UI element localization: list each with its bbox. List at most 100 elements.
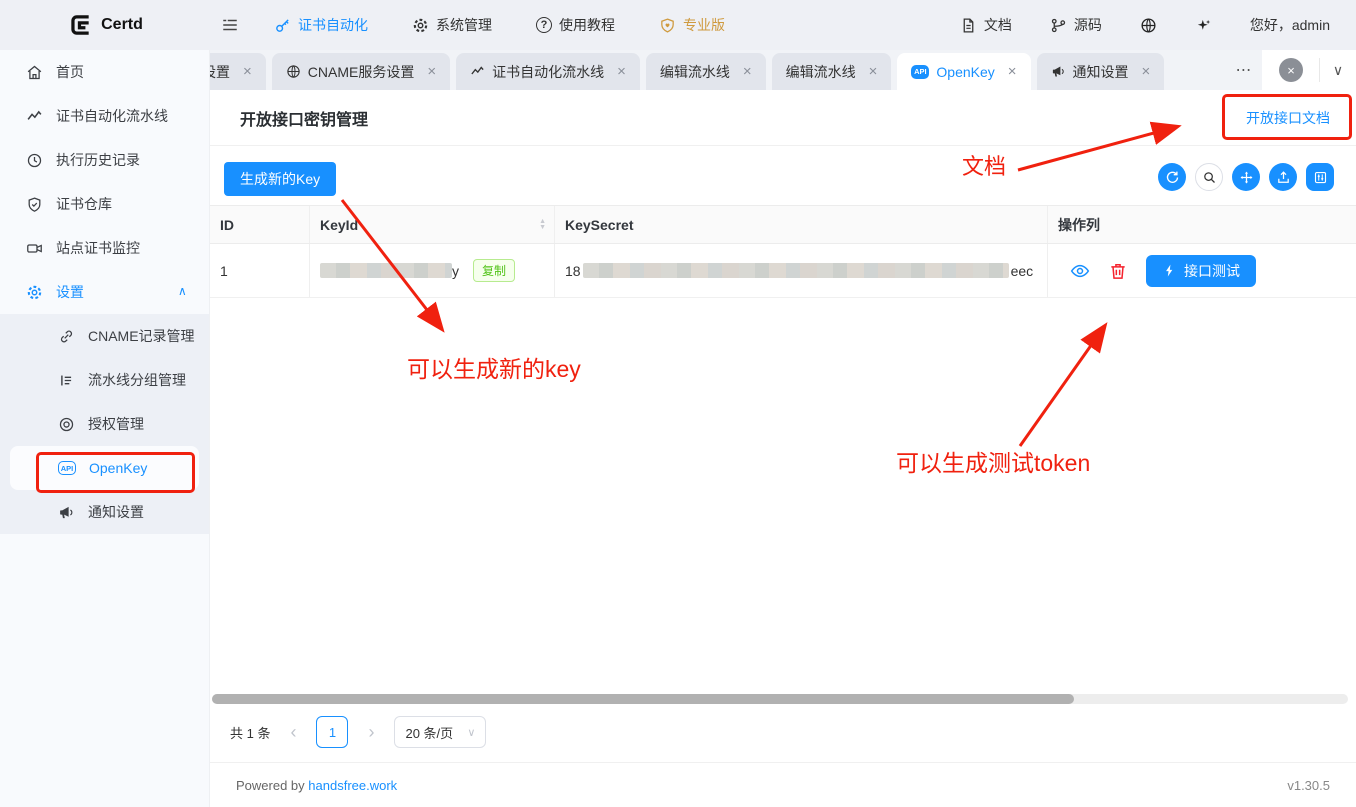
close-icon[interactable]: ×	[743, 63, 752, 80]
sidebar-item-notification-settings[interactable]: 通知设置	[0, 490, 209, 534]
keysecret-suffix: eec	[1011, 263, 1034, 279]
tab-edit-pipeline-2[interactable]: 编辑流水线 ×	[772, 53, 892, 90]
horizontal-scrollbar[interactable]	[212, 694, 1348, 704]
close-all-tabs-button[interactable]: ×	[1279, 58, 1303, 82]
open-api-doc-link[interactable]: 开放接口文档	[1246, 108, 1330, 128]
tab-label: 证书自动化流水线	[492, 62, 604, 82]
gear-icon	[26, 284, 43, 301]
settings-submenu: CNAME记录管理 流水线分组管理 授权管理 API OpenKey 通知设置	[0, 314, 209, 534]
page-title: 开放接口密钥管理	[240, 106, 368, 130]
close-icon[interactable]: ×	[617, 63, 626, 80]
redacted-keysecret	[583, 263, 1009, 278]
nav-system-management[interactable]: 系统管理	[412, 15, 492, 35]
cell-id: 1	[210, 244, 310, 297]
group-list-icon	[58, 372, 75, 389]
sidebar-item-history[interactable]: 执行历史记录	[0, 138, 209, 182]
target-icon	[58, 416, 75, 433]
sidebar-item-openkey[interactable]: API OpenKey	[10, 446, 199, 490]
api-icon: API	[58, 461, 76, 475]
tab-cert-pipeline[interactable]: 证书自动化流水线 ×	[456, 53, 640, 90]
handsfree-link[interactable]: handsfree.work	[308, 778, 397, 793]
lightning-down-icon	[1162, 263, 1177, 278]
copy-button[interactable]: 复制	[473, 259, 515, 282]
sidebar-item-pipeline-groups[interactable]: 流水线分组管理	[0, 358, 209, 402]
docs-link[interactable]: 文档	[960, 15, 1012, 35]
key-icon	[274, 17, 291, 34]
tab-notification-settings[interactable]: 通知设置 ×	[1037, 53, 1165, 90]
user-greeting[interactable]: 您好，admin	[1250, 15, 1330, 35]
export-button[interactable]	[1269, 163, 1297, 191]
nav-pro-edition[interactable]: 专业版	[659, 15, 725, 35]
sidebar-item-label: 执行历史记录	[56, 150, 140, 170]
page-size-select[interactable]: 20 条/页 ∨	[394, 716, 486, 748]
close-icon[interactable]: ×	[243, 63, 252, 80]
source-code-link[interactable]: 源码	[1050, 15, 1102, 35]
openkey-table: ID KeyId ▲ ▼ KeySecret 操作列 1 y 复制	[210, 205, 1356, 298]
refresh-button[interactable]	[1158, 163, 1186, 191]
table-row: 1 y 复制 18 eec	[210, 244, 1356, 298]
search-button[interactable]	[1195, 163, 1223, 191]
header-right: 文档 源码 您好，admin	[960, 15, 1356, 35]
close-icon[interactable]: ×	[1008, 63, 1017, 80]
sidebar-item-settings[interactable]: 设置 ∨	[0, 270, 209, 314]
nav-tutorial[interactable]: ? 使用教程	[536, 15, 615, 35]
tab-partial-settings[interactable]: 流设置 ×	[210, 53, 266, 90]
tabs-more-button[interactable]: ⋯	[1228, 50, 1260, 90]
page-number-button[interactable]: 1	[316, 716, 348, 748]
api-test-button[interactable]: 接口测试	[1146, 255, 1256, 287]
nav-label: 系统管理	[436, 15, 492, 35]
column-header-keyid[interactable]: KeyId ▲ ▼	[310, 206, 555, 243]
view-eye-icon[interactable]	[1070, 261, 1090, 281]
sidebar-item-home[interactable]: 首页	[0, 50, 209, 94]
search-icon	[1202, 170, 1217, 185]
api-test-label: 接口测试	[1184, 261, 1240, 281]
close-icon[interactable]: ×	[427, 63, 436, 80]
sidebar-item-cert-pipeline[interactable]: 证书自动化流水线	[0, 94, 209, 138]
column-header-operations: 操作列	[1048, 206, 1356, 243]
pagination: 共 1 条 ‹ 1 › 20 条/页 ∨	[230, 712, 486, 752]
tab-actions-panel: × ∨	[1262, 50, 1356, 90]
tabs-strip: 流设置 × CNAME服务设置 × 证书自动化流水线 × 编辑流水线 × 编辑流…	[210, 50, 1226, 90]
tab-openkey[interactable]: API OpenKey ×	[897, 53, 1030, 90]
logo-text: Certd	[101, 16, 143, 34]
page-size-value: 20 条/页	[405, 723, 453, 742]
tab-list-dropdown[interactable]: ∨	[1320, 62, 1356, 79]
shield-check-icon	[26, 196, 43, 213]
close-icon[interactable]: ×	[869, 63, 878, 80]
sort-icon[interactable]: ▲ ▼	[539, 219, 546, 231]
sidebar-item-cname-records[interactable]: CNAME记录管理	[0, 314, 209, 358]
redacted-keyid	[320, 263, 452, 278]
column-settings-button[interactable]	[1306, 163, 1334, 191]
tab-edit-pipeline-1[interactable]: 编辑流水线 ×	[646, 53, 766, 90]
move-arrows-icon	[1239, 170, 1254, 185]
sidebar-collapse-button[interactable]	[210, 16, 250, 34]
sidebar-item-cert-repo[interactable]: 证书仓库	[0, 182, 209, 226]
compact-mode-button[interactable]	[1232, 163, 1260, 191]
top-header: Certd 证书自动化 系统管理 ? 使用教程 专业版	[0, 0, 1356, 50]
keysecret-prefix: 18	[565, 263, 581, 279]
close-icon[interactable]: ×	[1142, 63, 1151, 80]
sidebar-item-auth-management[interactable]: 授权管理	[0, 402, 209, 446]
generate-key-button[interactable]: 生成新的Key	[224, 162, 336, 196]
video-camera-icon	[26, 240, 43, 257]
next-page-button[interactable]: ›	[364, 722, 378, 743]
nav-label: 使用教程	[559, 15, 615, 35]
nav-label: 专业版	[683, 15, 725, 35]
theme-sparkle-button[interactable]	[1195, 17, 1212, 34]
nav-cert-automation[interactable]: 证书自动化	[274, 15, 368, 35]
megaphone-icon	[58, 504, 75, 521]
sidebar-item-site-monitor[interactable]: 站点证书监控	[0, 226, 209, 270]
tab-cname-service[interactable]: CNAME服务设置 ×	[272, 53, 450, 90]
scrollbar-thumb[interactable]	[212, 694, 1074, 704]
column-header-label: KeyId	[320, 217, 358, 233]
document-icon	[960, 17, 977, 34]
language-switch[interactable]	[1140, 17, 1157, 34]
sidebar-item-label: 证书仓库	[56, 194, 112, 214]
prev-page-button[interactable]: ‹	[286, 722, 300, 743]
megaphone-icon	[1051, 64, 1066, 79]
top-navigation: 证书自动化 系统管理 ? 使用教程 专业版	[274, 15, 725, 35]
collapse-menu-icon	[221, 16, 239, 34]
sidebar-item-label: 流水线分组管理	[88, 370, 186, 390]
row-operations: 接口测试	[1058, 255, 1256, 287]
delete-trash-icon[interactable]	[1108, 261, 1128, 281]
